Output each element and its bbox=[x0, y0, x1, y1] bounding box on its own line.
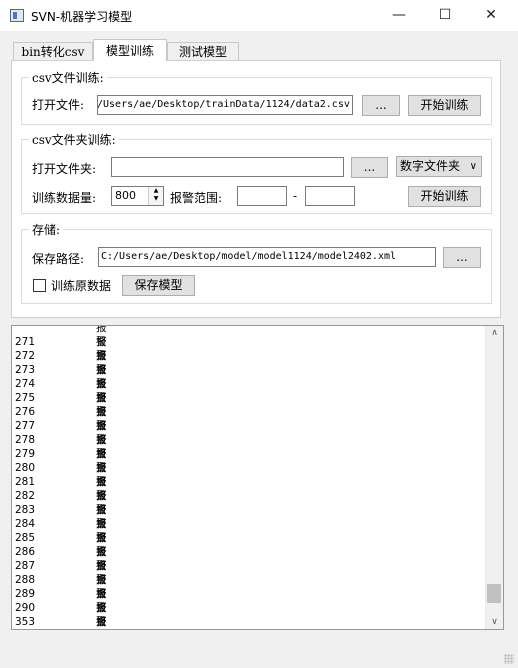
amount-value: 800 bbox=[115, 189, 136, 202]
log-row-number: 274 bbox=[15, 378, 36, 390]
log-row-number: 281 bbox=[15, 476, 36, 488]
spin-arrows-icon[interactable]: ▲ ▼ bbox=[148, 187, 163, 205]
csv-file-group: csv文件训练: 打开文件: /Users/ae/Desktop/trainDa… bbox=[21, 69, 492, 125]
csv-file-start-button[interactable]: 开始训练 bbox=[408, 95, 481, 116]
amount-label: 训练数据量: bbox=[32, 191, 97, 205]
csv-file-path-input[interactable]: /Users/ae/Desktop/trainData/1124/data2.c… bbox=[97, 95, 353, 115]
open-folder-label: 打开文件夹: bbox=[32, 162, 97, 176]
log-row-number: 277 bbox=[15, 420, 36, 432]
log-output[interactable]: 报警点 271 报警点 272 报警点 273 报警点 274 报警点 275 报警点 276 报警点 2… bbox=[11, 325, 504, 630]
log-row-number: 286 bbox=[15, 546, 36, 558]
raw-data-checkbox[interactable] bbox=[33, 279, 46, 292]
csv-folder-group-title: csv文件夹训练: bbox=[29, 131, 119, 148]
scroll-down-icon[interactable]: ∨ bbox=[486, 617, 503, 627]
save-path-input[interactable]: C:/Users/ae/Desktop/model/model1124/mode… bbox=[98, 247, 436, 267]
log-row-number: 273 bbox=[15, 364, 36, 376]
close-button[interactable]: ✕ bbox=[468, 0, 514, 31]
log-row-number: 287 bbox=[15, 560, 36, 572]
log-row-number: 271 bbox=[15, 336, 36, 348]
minimize-button[interactable]: — bbox=[376, 0, 422, 31]
log-row-number: 290 bbox=[15, 602, 36, 614]
storage-group: 存储: 保存路径: C:/Users/ae/Desktop/model/mode… bbox=[21, 221, 492, 304]
resize-grip-icon[interactable] bbox=[504, 654, 514, 664]
folder-type-value: 数字文件夹 bbox=[400, 159, 461, 173]
csv-file-browse-button[interactable]: ... bbox=[362, 95, 400, 116]
log-row-number: 391 bbox=[15, 629, 35, 630]
csv-folder-browse-button[interactable]: ... bbox=[351, 157, 388, 178]
alarm-range-separator: - bbox=[293, 189, 298, 203]
folder-type-select[interactable]: 数字文件夹 ∨ bbox=[396, 156, 482, 177]
maximize-button[interactable]: ☐ bbox=[422, 0, 468, 31]
log-row-number: 284 bbox=[15, 518, 36, 530]
chevron-down-icon: ∨ bbox=[469, 161, 477, 172]
tab-model-training[interactable]: 模型训练 bbox=[93, 39, 167, 61]
csv-file-group-title: csv文件训练: bbox=[29, 69, 107, 86]
log-row-number: 280 bbox=[15, 462, 36, 474]
tab-test-model[interactable]: 测试模型 bbox=[167, 42, 239, 60]
log-row-number: 275 bbox=[15, 392, 36, 404]
log-scrollbar[interactable]: ∧ ∨ bbox=[485, 326, 503, 629]
window-title: SVN-机器学习模型 bbox=[31, 10, 133, 24]
log-row-number: 285 bbox=[15, 532, 36, 544]
log-row-message: 报警点 bbox=[96, 616, 107, 628]
log-row-number: 283 bbox=[15, 504, 36, 516]
log-row-number: 353 bbox=[15, 616, 36, 628]
save-path-label: 保存路径: bbox=[32, 252, 85, 266]
alarm-range-from-input[interactable] bbox=[237, 186, 287, 206]
log-row-number: 279 bbox=[15, 448, 36, 460]
alarm-range-to-input[interactable] bbox=[305, 186, 355, 206]
scroll-up-icon[interactable]: ∧ bbox=[486, 328, 503, 338]
log-row-message: 报警点 bbox=[96, 629, 107, 630]
log-row-number: 289 bbox=[15, 588, 36, 600]
log-row-number: 272 bbox=[15, 350, 36, 362]
save-path-browse-button[interactable]: ... bbox=[443, 247, 481, 268]
log-row-number: 282 bbox=[15, 490, 36, 502]
save-model-button[interactable]: 保存模型 bbox=[122, 275, 195, 296]
title-bar: SVN-机器学习模型 — ☐ ✕ bbox=[0, 0, 518, 31]
scroll-thumb[interactable] bbox=[487, 584, 501, 603]
log-row-number: 288 bbox=[15, 574, 36, 586]
alarm-range-label: 报警范围: bbox=[170, 191, 223, 205]
log-row-number: 278 bbox=[15, 434, 36, 446]
storage-group-title: 存储: bbox=[29, 221, 64, 238]
csv-folder-group: csv文件夹训练: 打开文件夹: ... 数字文件夹 ∨ 训练数据量: 800 … bbox=[21, 131, 492, 214]
app-icon bbox=[10, 9, 24, 22]
open-file-label: 打开文件: bbox=[32, 98, 85, 112]
csv-folder-path-input[interactable] bbox=[111, 157, 344, 177]
csv-folder-start-button[interactable]: 开始训练 bbox=[408, 186, 481, 207]
amount-spinbox[interactable]: 800 ▲ ▼ bbox=[111, 186, 164, 206]
raw-data-label: 训练原数据 bbox=[51, 279, 112, 293]
tab-panel-model-training: csv文件训练: 打开文件: /Users/ae/Desktop/trainDa… bbox=[11, 60, 501, 318]
log-row-number: 276 bbox=[15, 406, 36, 418]
tab-bin-to-csv[interactable]: bin转化csv bbox=[13, 42, 93, 60]
